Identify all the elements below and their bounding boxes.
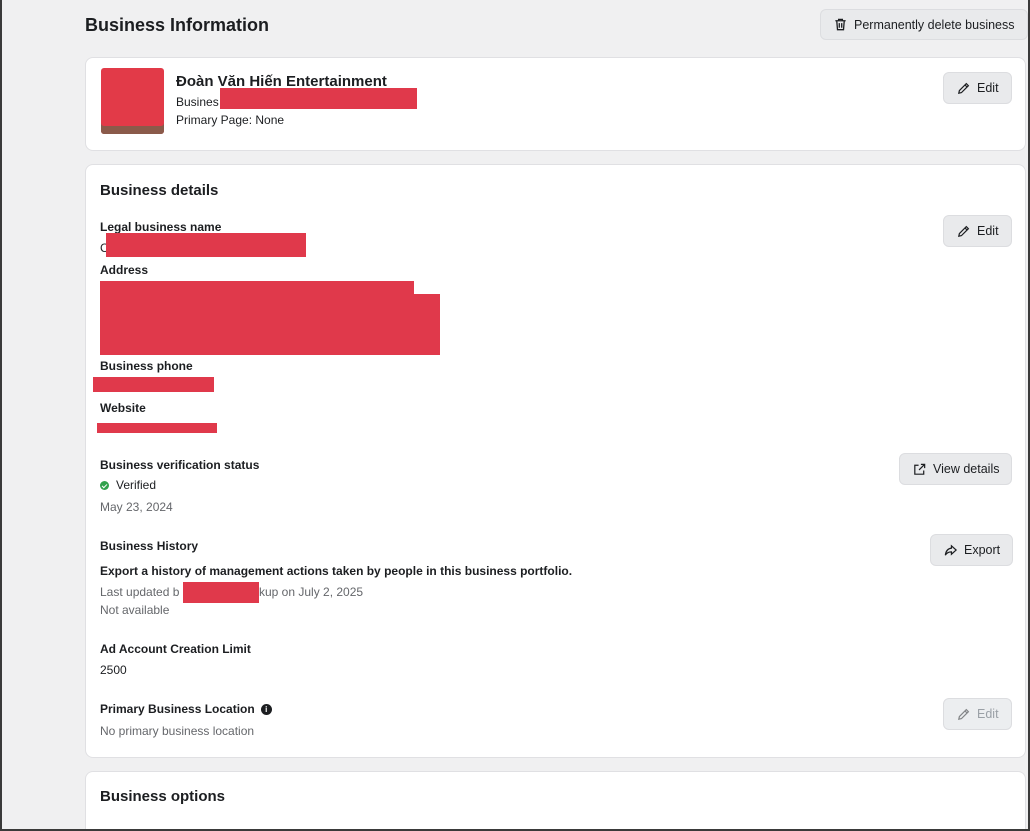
business-avatar [101, 68, 164, 134]
info-icon[interactable]: i [260, 703, 272, 715]
edit-details-button[interactable]: Edit [943, 215, 1012, 247]
history-availability: Not available [100, 603, 170, 617]
pencil-icon [958, 82, 970, 94]
legal-name-label: Legal business name [100, 220, 222, 234]
history-updated-suffix: kup on July 2, 2025 [259, 585, 364, 599]
primary-page: Primary Page: None [176, 113, 285, 127]
verification-status-text: Verified [116, 478, 157, 492]
delete-business-button[interactable]: Permanently delete business [820, 9, 1028, 40]
page-title: Business Information [85, 15, 270, 35]
redaction-business-id [220, 88, 417, 109]
website-label: Website [100, 401, 146, 415]
verified-check-icon [100, 480, 109, 490]
edit-location-label: Edit [977, 707, 999, 721]
phone-label: Business phone [100, 359, 193, 373]
location-value: No primary business location [100, 724, 255, 738]
business-id-prefix: Busines [176, 95, 219, 109]
redaction-updated-by [183, 582, 259, 603]
ad-limit-value: 2500 [100, 663, 127, 677]
share-arrow-icon [944, 543, 958, 556]
edit-profile-button[interactable]: Edit [943, 72, 1012, 104]
location-label: Primary Business Location [100, 702, 255, 716]
history-updated-prefix: Last updated b [100, 585, 180, 599]
address-label: Address [100, 263, 149, 277]
trash-icon [835, 18, 846, 31]
pencil-icon [958, 225, 970, 237]
redaction-website [97, 423, 217, 433]
history-description: Export a history of management actions t… [100, 564, 573, 578]
export-label: Export [964, 543, 1001, 557]
view-details-label: View details [933, 462, 1000, 476]
page-frame: Business Information Permanently delete … [0, 0, 1030, 831]
external-link-icon [914, 463, 926, 475]
history-label: Business History [100, 539, 199, 553]
redaction-legal-name [106, 233, 306, 257]
pencil-icon [958, 708, 970, 720]
location-label-row: Primary Business Location i [100, 702, 272, 716]
redaction-phone [93, 377, 214, 392]
delete-business-label: Permanently delete business [854, 17, 1015, 32]
redaction-address-block [100, 294, 440, 355]
business-profile-card: Đoàn Văn Hiến Entertainment Busines Prim… [85, 57, 1026, 151]
business-details-card: Business details Edit Legal business nam… [85, 164, 1026, 758]
verification-label: Business verification status [100, 458, 260, 472]
edit-location-button[interactable]: Edit [943, 698, 1012, 730]
edit-details-label: Edit [977, 224, 999, 238]
ad-limit-label: Ad Account Creation Limit [100, 642, 251, 656]
business-options-title: Business options [100, 788, 226, 805]
business-details-title: Business details [100, 182, 219, 199]
verification-date: May 23, 2024 [100, 500, 173, 514]
export-button[interactable]: Export [930, 534, 1014, 566]
verification-status: Verified [100, 478, 156, 492]
business-options-card: Business options [85, 771, 1026, 829]
view-details-button[interactable]: View details [899, 453, 1013, 485]
edit-profile-label: Edit [977, 81, 999, 95]
